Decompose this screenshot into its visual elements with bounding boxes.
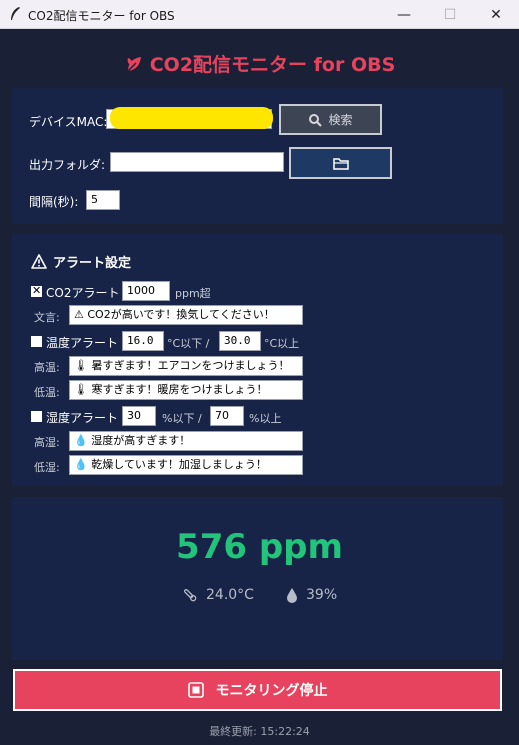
- co2-message-input[interactable]: ⚠ CO2が高いです！換気してください！: [69, 305, 303, 325]
- co2-message-label: 文言:: [34, 311, 60, 324]
- minimize-button[interactable]: —: [381, 0, 427, 29]
- mac-label: デバイスMAC:: [29, 115, 108, 129]
- feather-icon: [11, 7, 20, 20]
- stop-monitoring-label: モニタリング停止: [215, 683, 328, 699]
- temp-high-unit: °C以上: [264, 337, 300, 350]
- temp-alert-checkbox[interactable]: [31, 336, 42, 347]
- search-button-label: 検索: [328, 113, 353, 127]
- humidity-low-message-label: 低湿:: [34, 461, 60, 474]
- reading-panel: [12, 497, 503, 660]
- alert-settings-title: アラート設定: [53, 256, 132, 271]
- humidity-low-input[interactable]: 30: [122, 406, 156, 426]
- temp-low-input[interactable]: 16.0: [122, 331, 164, 351]
- window-titlebar: CO2配信モニター for OBS — ☐ ✕: [0, 0, 519, 29]
- temp-high-input[interactable]: 30.0: [219, 331, 261, 351]
- humidity-reading: 39%: [286, 587, 337, 603]
- humidity-alert-checkbox[interactable]: [31, 411, 42, 422]
- temperature-reading: 24.0°C: [182, 587, 254, 603]
- leaf-icon: [127, 57, 141, 72]
- humidity-high-input[interactable]: 70: [210, 406, 244, 426]
- temp-low-message-label: 低温:: [34, 386, 60, 399]
- co2-alert-label: CO2アラート: [46, 286, 120, 300]
- last-updated-text: 最終更新: 15:22:24: [209, 725, 310, 738]
- humidity-value: 39%: [306, 587, 338, 603]
- folder-icon: [332, 157, 349, 170]
- interval-input[interactable]: 5: [86, 190, 120, 210]
- droplet-icon: [287, 588, 297, 603]
- warning-icon: [31, 254, 47, 269]
- humidity-high-unit: %以上: [249, 412, 282, 425]
- humidity-high-message-input[interactable]: 💧 湿度が高すぎます！: [69, 431, 303, 451]
- app-title-text: CO2配信モニター for OBS: [149, 54, 396, 76]
- browse-folder-button[interactable]: [289, 147, 392, 179]
- app-title: CO2配信モニター for OBS: [0, 50, 519, 77]
- temp-high-message-label: 高温:: [34, 361, 60, 374]
- humidity-alert-label: 湿度アラート: [46, 411, 119, 425]
- co2-threshold-input[interactable]: 1000: [122, 281, 170, 301]
- thermometer-icon: [183, 588, 197, 602]
- folder-input[interactable]: [110, 152, 284, 172]
- co2-alert-checkbox[interactable]: [31, 284, 42, 297]
- temp-low-message-input[interactable]: 🌡 寒すぎます！暖房をつけましょう！: [69, 380, 303, 400]
- co2-reading: 576 ppm: [176, 527, 343, 567]
- window-title: CO2配信モニター for OBS: [28, 9, 175, 23]
- stop-icon: [187, 682, 204, 698]
- temp-high-message-input[interactable]: 🌡 暑すぎます！エアコンをつけましょう！: [69, 356, 303, 376]
- search-button[interactable]: 検索: [279, 104, 382, 135]
- temp-low-unit: °C以下 /: [167, 337, 210, 350]
- close-button[interactable]: ✕: [473, 0, 519, 29]
- temperature-value: 24.0°C: [206, 587, 254, 603]
- temp-alert-label: 温度アラート: [46, 336, 119, 350]
- redaction-mark: [110, 107, 273, 129]
- maximize-button[interactable]: ☐: [427, 0, 473, 29]
- humidity-low-unit: %以下 /: [162, 412, 202, 425]
- search-icon: [309, 113, 323, 127]
- alert-settings-heading: アラート設定: [31, 252, 131, 271]
- folder-label: 出力フォルダ:: [29, 158, 106, 172]
- stop-monitoring-button[interactable]: モニタリング停止: [13, 669, 502, 711]
- co2-threshold-unit: ppm超: [175, 287, 211, 300]
- humidity-high-message-label: 高湿:: [34, 436, 60, 449]
- interval-label: 間隔(秒):: [29, 195, 79, 209]
- humidity-low-message-input[interactable]: 💧 乾燥しています！加湿しましょう！: [69, 455, 303, 475]
